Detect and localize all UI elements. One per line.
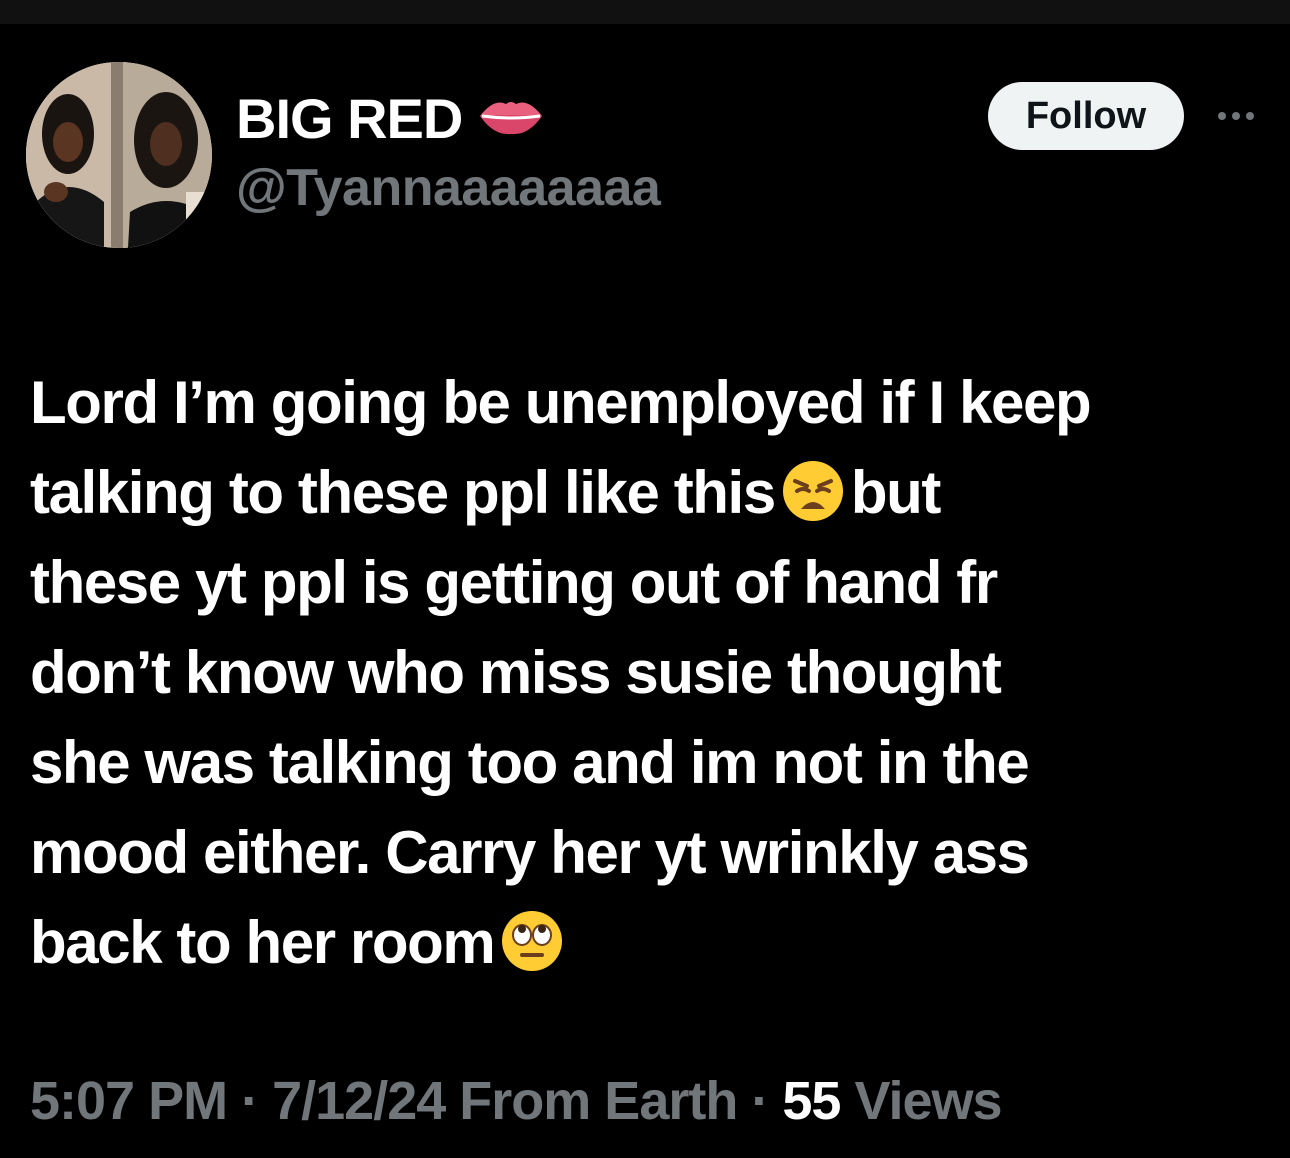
tweet-line: don’t know who miss susie thought bbox=[30, 639, 1002, 706]
avatar-photo bbox=[26, 62, 212, 248]
tweet-line: back to her room bbox=[30, 898, 1270, 988]
tweet-line: she was talking too and im not in the bbox=[30, 729, 1030, 796]
avatar[interactable] bbox=[26, 62, 212, 248]
tweet-line: mood either. Carry her yt wrinkly ass bbox=[30, 819, 1030, 886]
tweet-line: Lord I’m going be unemployed if I keep bbox=[30, 369, 1092, 436]
more-horizontal-icon[interactable] bbox=[1208, 96, 1264, 136]
tweet-meta: 5:07 PM · 7/12/24 From Earth · 55 Views bbox=[30, 1070, 1003, 1132]
tweet-source: From Earth bbox=[459, 1071, 738, 1131]
tweet-text: Lord I’m going be unemployed if I keep t… bbox=[30, 358, 1270, 988]
tweet-date[interactable]: 7/12/24 bbox=[272, 1071, 446, 1131]
more-dot bbox=[1232, 112, 1240, 120]
weary-face-emoji bbox=[781, 458, 845, 522]
top-strip bbox=[0, 0, 1290, 24]
author-name-row[interactable]: BIG RED bbox=[236, 80, 546, 156]
views-label[interactable]: Views bbox=[854, 1071, 1002, 1131]
more-dot bbox=[1246, 112, 1254, 120]
tweet-text-segment: back to her room bbox=[30, 909, 496, 976]
tweet-time[interactable]: 5:07 PM bbox=[30, 1071, 228, 1131]
tweet-text-segment: but bbox=[850, 459, 941, 526]
meta-separator: · bbox=[241, 1071, 259, 1131]
tweet-line: talking to these ppl like this but bbox=[30, 448, 1270, 538]
eye-roll-emoji bbox=[500, 908, 564, 972]
lips-icon bbox=[476, 94, 546, 143]
follow-button[interactable]: Follow bbox=[988, 82, 1184, 150]
tweet-line: these yt ppl is getting out of hand fr bbox=[30, 549, 998, 616]
author-handle[interactable]: @Tyannaaaaaaaa bbox=[236, 158, 661, 218]
views-count[interactable]: 55 bbox=[782, 1071, 841, 1131]
more-dot bbox=[1218, 112, 1226, 120]
display-name[interactable]: BIG RED bbox=[236, 86, 463, 151]
meta-separator: · bbox=[751, 1071, 769, 1131]
tweet-text-segment: talking to these ppl like this bbox=[30, 459, 776, 526]
